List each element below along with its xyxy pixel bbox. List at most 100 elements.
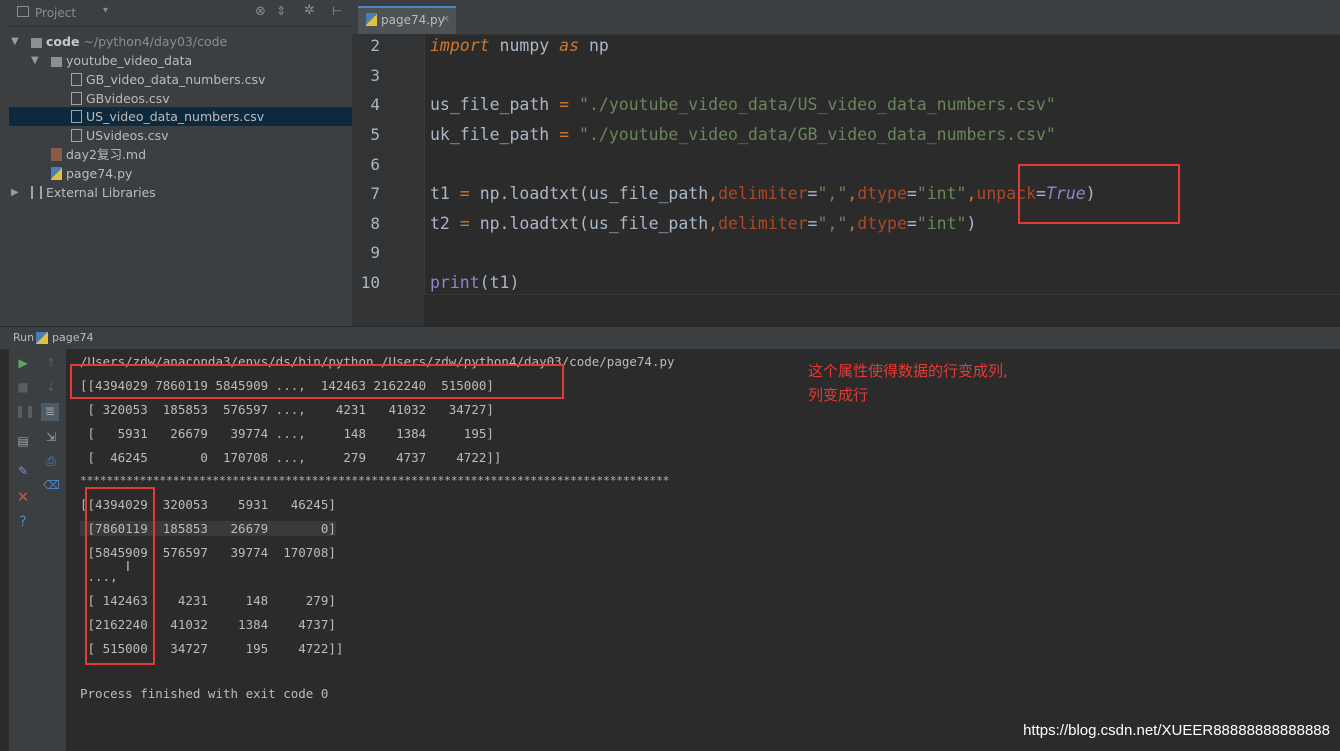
expand-arrow-icon[interactable]: ▼ [11,32,19,51]
editor-empty-area [424,294,1340,327]
code-token: np [579,36,609,55]
highlight-box-first-column [85,487,155,665]
code-line[interactable]: print(t1) [430,273,519,292]
tree-item-label: youtube_video_data [66,53,193,68]
code-token: np.loadtxt(us_file_path [479,214,709,233]
run-config-label[interactable]: page74 [52,327,93,349]
code-editor[interactable]: page74.py ✕ 2 3 4 5 6 7 8 9 10 import nu… [352,0,1340,327]
tree-item-label: US_video_data_numbers.csv [86,109,265,124]
code-token: = [906,184,917,203]
console-output[interactable]: /Users/zdw/anaconda3/envs/ds/bin/python … [66,349,1340,751]
folder-icon [31,38,42,48]
pin-icon[interactable]: ✎ [15,463,31,479]
string-literal: "int" [916,214,967,233]
string-literal: "int" [916,184,967,203]
soft-wrap-icon[interactable]: ≣ [41,403,59,421]
library-icon [31,186,42,199]
tree-item-label: GB_video_data_numbers.csv [86,72,266,87]
tree-item-file[interactable]: page74.py [9,164,352,183]
trash-icon[interactable]: ⌫ [43,477,60,493]
chevron-down-icon[interactable]: ▾ [103,5,108,16]
code-line[interactable]: import numpy as np [430,36,609,55]
tree-item-youtube-video-data[interactable]: ▼ youtube_video_data [9,51,352,70]
csv-file-icon [71,129,82,142]
code-line[interactable]: t2 = np.loadtxt(us_file_path,delimiter="… [430,214,976,233]
tree-item-label: code [46,34,80,49]
code-token: t2 [430,214,450,233]
tree-item-file[interactable]: GBvideos.csv [9,89,352,108]
close-icon[interactable]: ✕ [442,8,450,32]
console-exit-line: Process finished with exit code 0 [80,686,329,701]
tree-item-file-selected[interactable]: US_video_data_numbers.csv [9,107,352,126]
line-number: 4 [370,95,380,114]
console-line: [ 46245 0 170708 ..., 279 4737 4722]] [80,450,502,465]
layout-icon[interactable]: ▤ [15,433,31,449]
code-token: , [708,184,719,203]
run-tool-header: Run page74 [0,326,1340,350]
code-line[interactable]: us_file_path = "./youtube_video_data/US_… [430,95,1056,114]
tree-item-file[interactable]: day2复习.md [9,145,352,164]
run-label[interactable]: Run [13,327,34,349]
scroll-to-end-icon[interactable]: ⇲ [43,429,59,445]
tree-item-code[interactable]: ▼ code ~/python4/day03/code [9,32,352,51]
csv-file-icon [71,92,82,105]
highlight-box-unpack [1018,164,1180,224]
code-token: = [549,125,580,144]
expand-arrow-icon[interactable]: ▼ [31,51,39,70]
line-number: 10 [360,273,380,292]
gear-icon[interactable]: ✲ [304,3,315,18]
line-number: 6 [370,155,380,174]
tree-item-label: External Libraries [46,185,156,200]
code-token: = [906,214,917,233]
code-line[interactable]: t1 = np.loadtxt(us_file_path,delimiter="… [430,184,1096,203]
arrow-down-icon[interactable]: ↓ [43,379,59,395]
code-token: = [449,184,480,203]
python-file-icon [51,167,62,180]
tree-item-file[interactable]: USvideos.csv [9,126,352,145]
code-token: = [449,214,480,233]
print-icon[interactable]: ⎙ [43,453,59,469]
collapse-icon[interactable]: ⇕ [276,4,286,18]
tab-page74[interactable]: page74.py ✕ [358,6,456,34]
project-view-icon[interactable] [17,6,29,17]
line-number: 7 [370,184,380,203]
console-line: [ 320053 185853 576597 ..., 4231 41032 3… [80,402,494,417]
tree-item-external-libraries[interactable]: ▶ External Libraries [9,183,352,202]
arrow-up-icon[interactable]: ↑ [43,355,59,371]
code-token: uk_file_path [430,125,550,144]
hide-panel-icon[interactable]: ⊢ [332,4,342,18]
play-icon[interactable]: ▶ [15,355,31,371]
annotation-text-line1: 这个属性使得数据的行变成列, [808,362,1008,380]
project-header-title[interactable]: Project [35,6,76,20]
csv-file-icon [71,73,82,86]
line-number: 8 [370,214,380,233]
close-icon[interactable]: ✕ [15,489,31,505]
folder-icon [51,57,62,67]
sync-icon[interactable]: ⊗ [255,4,266,19]
param-name: delimiter [718,214,808,233]
pause-icon[interactable]: ❚❚ [15,403,35,419]
tree-item-path: ~/python4/day03/code [79,34,228,49]
python-file-icon [366,13,377,26]
param-name: dtype [857,214,907,233]
project-panel-header: Project ▾ ⊗ ⇕ ✲ ⊢ [9,0,352,27]
project-panel: Project ▾ ⊗ ⇕ ✲ ⊢ ▼ code ~/python4/day03… [9,0,352,326]
help-icon[interactable]: ? [15,514,31,530]
tab-label: page74.py [381,13,445,27]
keyword-as: as [559,36,580,55]
run-toolbar-secondary: ↑ ↓ ≣ ⇲ ⎙ ⌫ [37,349,67,751]
line-number: 2 [370,36,380,55]
tree-item-file[interactable]: GB_video_data_numbers.csv [9,70,352,89]
code-token: = [807,214,818,233]
code-token: , [708,214,719,233]
keyword-import: import [430,36,490,55]
console-line: [ 5931 26679 39774 ..., 148 1384 195] [80,426,494,441]
string-literal: "," [817,214,848,233]
code-line[interactable]: uk_file_path = "./youtube_video_data/GB_… [430,125,1056,144]
code-token: (t1) [479,273,520,292]
param-name: dtype [857,184,907,203]
code-token: , [966,184,977,203]
expand-arrow-icon[interactable]: ▶ [11,183,19,202]
annotation-text-line2: 列变成行 [808,386,869,404]
stop-icon[interactable]: ■ [15,379,31,395]
